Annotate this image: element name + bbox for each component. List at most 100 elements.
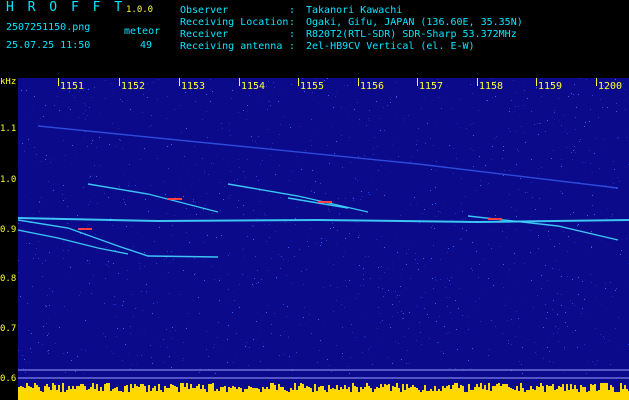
noise-pixel (305, 324, 306, 325)
noise-pixel (488, 244, 489, 245)
noise-pixel (468, 360, 469, 361)
noise-pixel (310, 140, 311, 141)
noise-pixel (525, 142, 526, 143)
noise-pixel (127, 100, 128, 101)
level-bar (472, 390, 474, 400)
noise-pixel (92, 140, 93, 141)
noise-pixel (280, 124, 281, 125)
noise-pixel (441, 359, 442, 360)
noise-pixel (65, 155, 66, 156)
noise-pixel (93, 275, 94, 276)
noise-pixel (373, 148, 374, 149)
noise-pixel (453, 251, 454, 252)
noise-pixel (353, 198, 354, 199)
noise-pixel (20, 296, 21, 297)
noise-pixel (586, 255, 587, 256)
noise-pixel (506, 237, 507, 238)
noise-pixel (584, 344, 585, 345)
level-bar (342, 389, 344, 400)
level-bar (274, 385, 276, 400)
noise-pixel (383, 266, 384, 267)
noise-pixel (166, 257, 167, 258)
noise-pixel (179, 250, 180, 251)
noise-pixel (88, 204, 89, 205)
noise-pixel (492, 78, 493, 79)
noise-pixel (429, 260, 430, 261)
noise-pixel (296, 352, 297, 353)
noise-pixel (29, 362, 30, 363)
noise-pixel (451, 277, 452, 278)
noise-pixel (350, 162, 351, 163)
noise-pixel (538, 219, 539, 220)
noise-pixel (75, 371, 76, 372)
noise-pixel (534, 228, 535, 229)
noise-pixel (453, 173, 454, 174)
noise-pixel (180, 185, 181, 186)
noise-pixel (369, 194, 370, 195)
noise-pixel (173, 259, 174, 260)
noise-pixel (194, 146, 195, 147)
noise-pixel (605, 288, 606, 289)
noise-pixel (378, 287, 379, 288)
noise-pixel (318, 103, 319, 104)
noise-pixel (22, 355, 23, 356)
noise-pixel (554, 119, 555, 120)
noise-pixel (582, 162, 583, 163)
noise-pixel (417, 150, 418, 151)
noise-pixel (260, 201, 261, 202)
level-bar (546, 385, 548, 400)
noise-pixel (21, 90, 22, 91)
noise-pixel (172, 235, 173, 236)
noise-pixel (117, 328, 118, 329)
noise-pixel (212, 91, 213, 92)
noise-pixel (427, 123, 428, 124)
noise-pixel (553, 333, 554, 334)
noise-pixel (229, 130, 230, 131)
noise-pixel (138, 260, 139, 261)
noise-pixel (392, 363, 393, 364)
noise-pixel (595, 328, 596, 329)
noise-pixel (376, 189, 377, 190)
meteor-trace (18, 217, 629, 224)
meteor-trace (18, 229, 129, 255)
noise-pixel (365, 337, 366, 338)
noise-pixel (353, 200, 354, 201)
noise-pixel (31, 333, 32, 334)
noise-pixel (441, 108, 442, 109)
noise-pixel (613, 161, 614, 162)
y-axis: kHz 1.1 1.0 0.9 0.8 0.7 0.6 (0, 78, 18, 400)
noise-pixel (68, 107, 69, 108)
x-tick: 1155 (300, 81, 325, 92)
noise-pixel (18, 325, 19, 326)
noise-pixel (539, 123, 540, 124)
noise-pixel (262, 160, 263, 161)
noise-pixel (194, 258, 195, 259)
noise-pixel (62, 194, 63, 195)
noise-pixel (433, 245, 434, 246)
noise-pixel (397, 312, 398, 313)
level-bar (256, 388, 258, 400)
noise-pixel (171, 144, 172, 145)
noise-pixel (337, 230, 338, 231)
level-bar (398, 388, 400, 400)
noise-pixel (518, 318, 519, 319)
level-bar (376, 387, 378, 400)
noise-pixel (289, 124, 290, 125)
noise-pixel (503, 175, 504, 176)
noise-pixel (409, 363, 410, 364)
noise-pixel (194, 208, 195, 209)
level-bar (580, 385, 582, 400)
noise-pixel (255, 141, 256, 142)
noise-pixel (233, 291, 234, 292)
noise-pixel (619, 181, 620, 182)
level-bar (360, 387, 362, 400)
noise-pixel (579, 141, 580, 142)
x-tick: 1157 (419, 81, 444, 92)
noise-pixel (126, 226, 127, 227)
noise-pixel (311, 191, 312, 192)
noise-pixel (42, 263, 43, 264)
noise-pixel (379, 313, 380, 314)
noise-pixel (237, 207, 238, 208)
noise-pixel (617, 177, 618, 178)
noise-pixel (88, 89, 89, 90)
